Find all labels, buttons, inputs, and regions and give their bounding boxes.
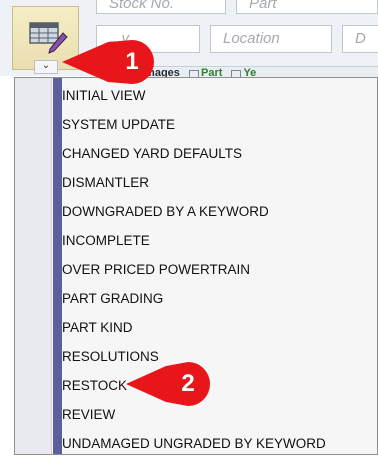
menu-item-review[interactable]: REVIEW	[62, 401, 378, 429]
callout-number: 2	[181, 370, 195, 397]
stock-number-input[interactable]: Stock No.	[96, 0, 226, 14]
menu-item-initial-view[interactable]: INITIAL VIEW	[62, 82, 378, 110]
menu-item-dismantler[interactable]: DISMANTLER	[62, 169, 378, 197]
menu-gutter	[15, 78, 52, 454]
menu-item-part-kind[interactable]: PART KIND	[62, 314, 378, 342]
part-input[interactable]: Part	[236, 0, 378, 14]
menu-accent-bar	[53, 78, 62, 454]
menu-item-over-priced-powertrain[interactable]: OVER PRICED POWERTRAIN	[62, 256, 378, 284]
menu-item-system-update[interactable]: SYSTEM UPDATE	[62, 111, 378, 139]
menu-item-incomplete[interactable]: INCOMPLETE	[62, 227, 378, 255]
chevron-down-icon[interactable]: ⌄	[34, 60, 58, 74]
menu-item-undamaged-ungraded-by-keyword[interactable]: UNDAMAGED UNGRADED BY KEYWORD	[62, 430, 378, 458]
menu-item-resolutions[interactable]: RESOLUTIONS	[62, 343, 378, 371]
toolbar-area: ⌄ Stock No. Part ...y Location D Images …	[0, 0, 378, 83]
menu-item-changed-yard-defaults[interactable]: CHANGED YARD DEFAULTS	[62, 140, 378, 168]
menu-item-restock[interactable]: RESTOCK	[62, 372, 378, 400]
location-input[interactable]: Location	[210, 25, 332, 53]
callout-marker-2: 2	[126, 360, 212, 408]
menu-item-downgraded-by-keyword[interactable]: DOWNGRADED BY A KEYWORD	[62, 198, 378, 226]
filter-input-right[interactable]: D	[342, 25, 378, 53]
callout-marker-1: 1	[62, 38, 158, 86]
menu-item-part-grading[interactable]: PART GRADING	[62, 285, 378, 313]
callout-number: 1	[125, 48, 139, 75]
